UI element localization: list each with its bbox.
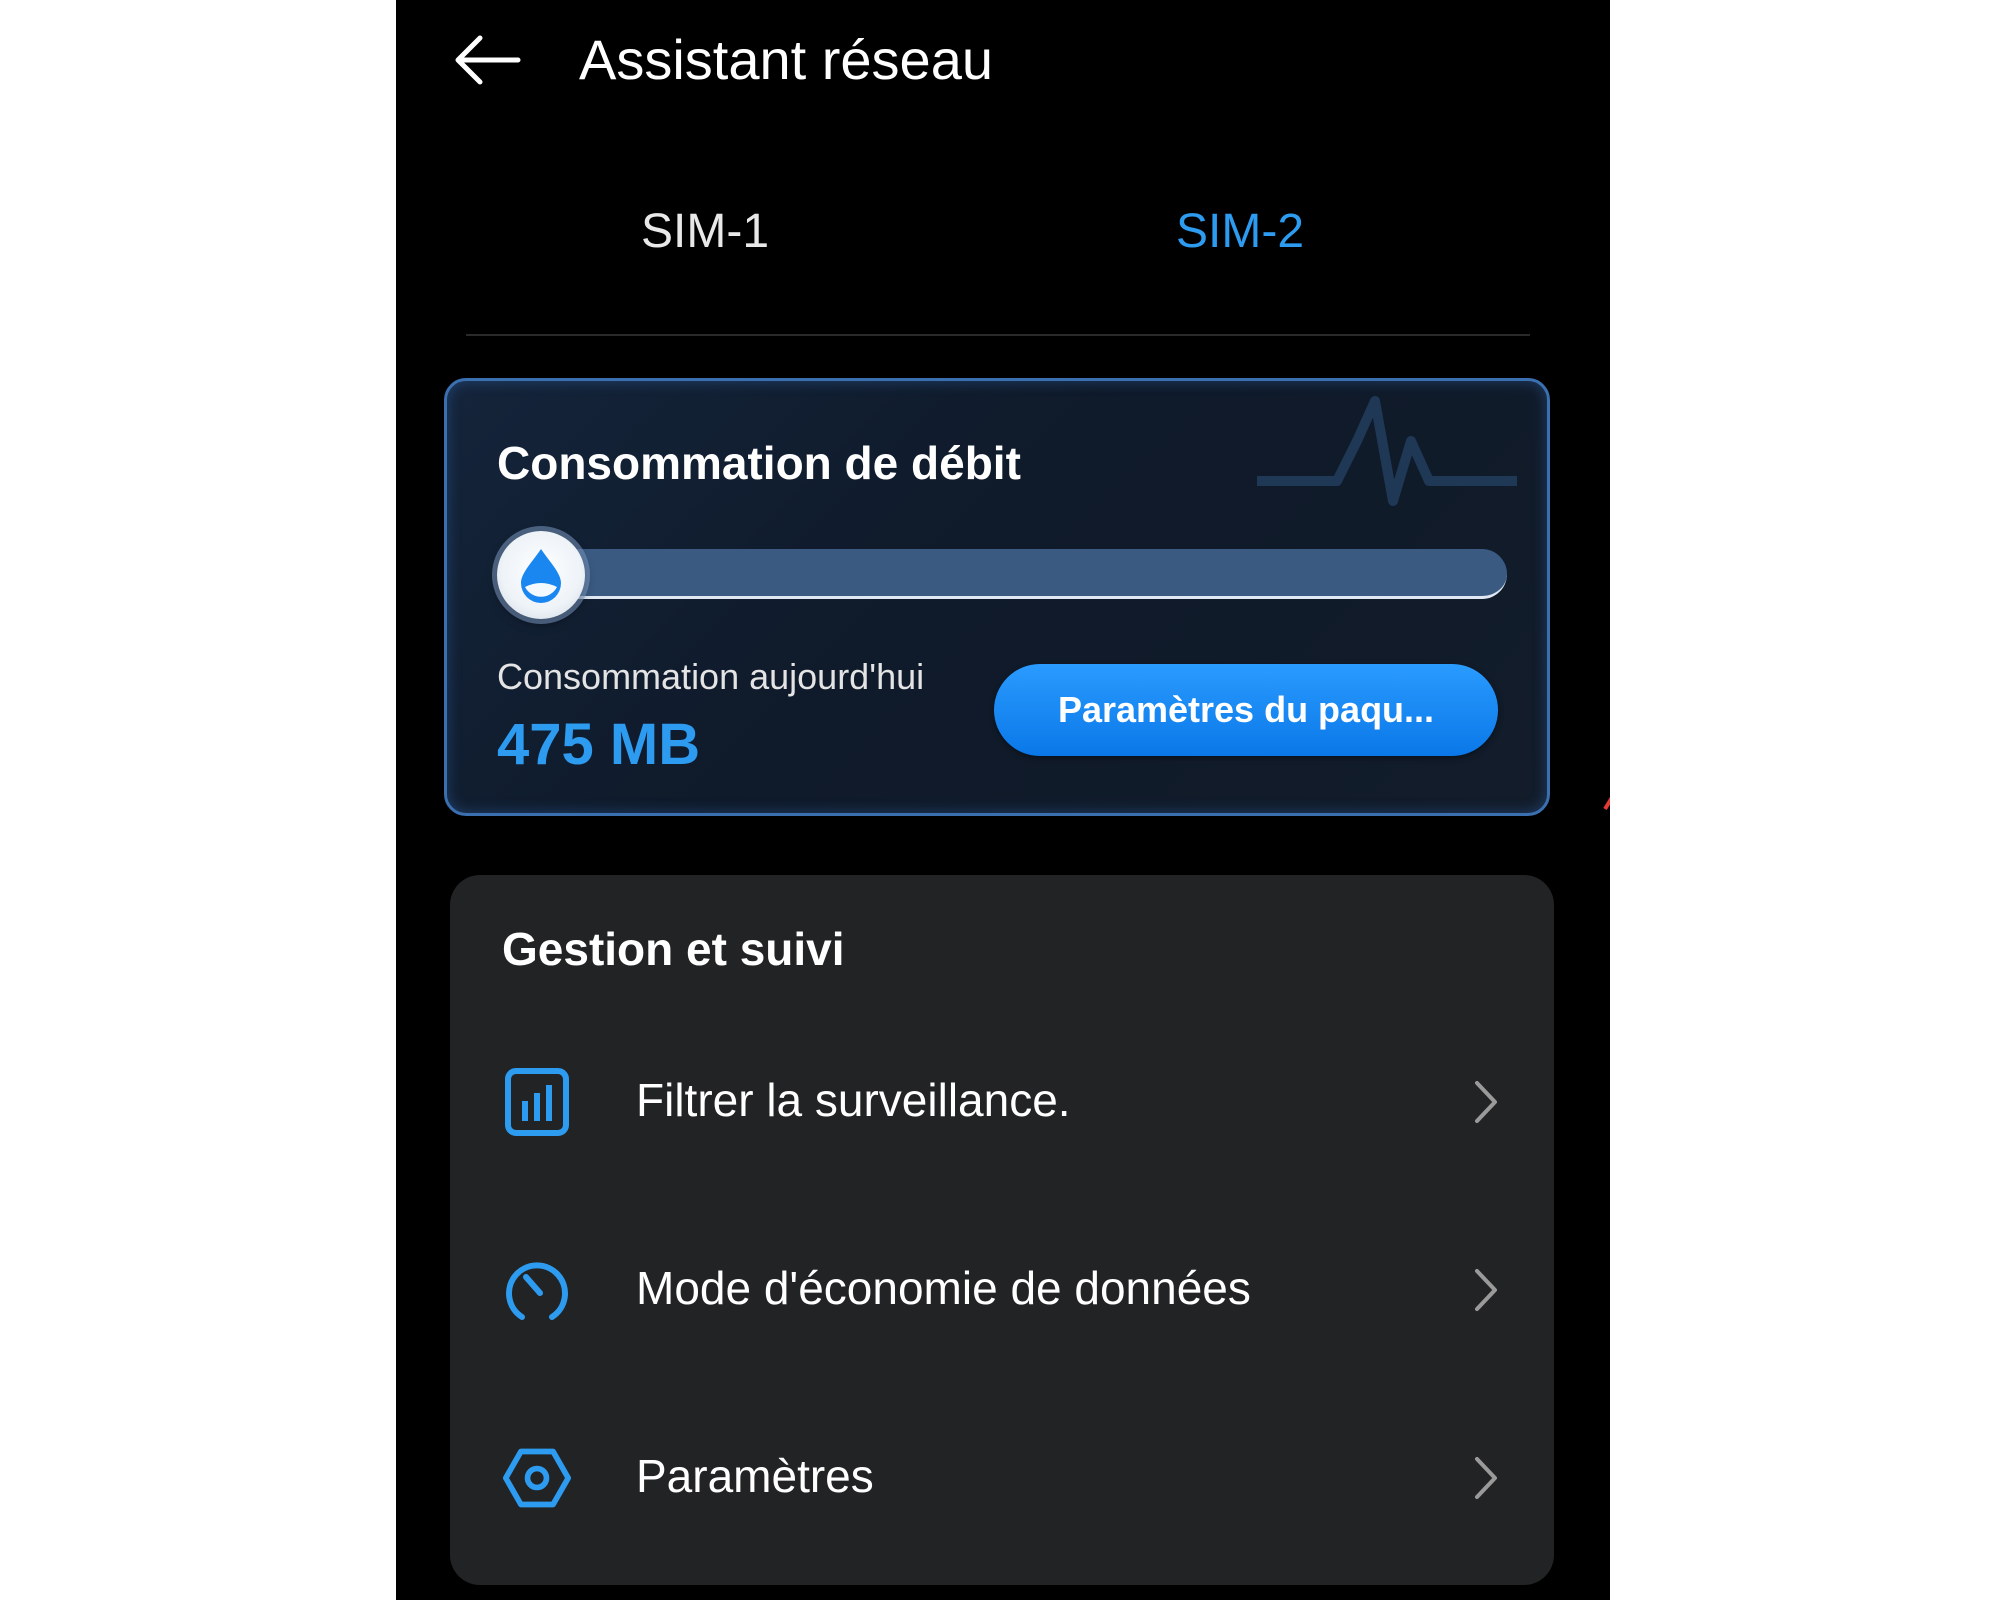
management-title: Gestion et suivi (502, 923, 845, 975)
annotation-arrow-icon (1603, 796, 1610, 811)
data-usage-title: Consommation de débit (497, 437, 1021, 489)
sim-tabs: SIM-1 SIM-2 (466, 190, 1530, 336)
today-usage-label: Consommation aujourd'hui (497, 656, 925, 697)
back-button[interactable] (446, 22, 526, 98)
data-usage-progress-bar (527, 549, 1507, 599)
app-header: Assistant réseau (396, 0, 1610, 125)
hexagon-settings-icon (502, 1448, 572, 1508)
phone-screen: Assistant réseau SIM-1 SIM-2 Consommatio… (396, 0, 1610, 1600)
speedometer-icon (506, 1262, 568, 1320)
menu-item-data-saver[interactable]: Mode d'économie de données (450, 1213, 1554, 1363)
tab-sim-2[interactable]: SIM-2 (1176, 200, 1304, 264)
tabs-divider (466, 334, 1530, 336)
menu-item-label: Filtrer la surveillance. (636, 1074, 1071, 1126)
data-usage-card: Consommation de débit Consommation aujou… (444, 378, 1550, 816)
water-drop-icon (521, 549, 561, 603)
chevron-right-icon (1475, 1269, 1497, 1311)
menu-item-label: Mode d'économie de données (636, 1262, 1251, 1314)
today-usage-value: 475 MB (497, 712, 701, 777)
page-title: Assistant réseau (579, 28, 993, 91)
chevron-right-icon (1475, 1081, 1497, 1123)
arrow-left-icon (455, 35, 521, 85)
bar-chart-icon (505, 1068, 569, 1136)
progress-knob (497, 531, 585, 619)
management-card: Gestion et suivi Filtrer la surveillance… (450, 875, 1554, 1585)
tab-sim-1[interactable]: SIM-1 (641, 200, 769, 264)
plan-settings-button[interactable]: Paramètres du paqu... (994, 664, 1498, 756)
menu-item-settings[interactable]: Paramètres (450, 1401, 1554, 1551)
menu-item-label: Paramètres (636, 1450, 874, 1502)
chevron-right-icon (1475, 1457, 1497, 1499)
menu-item-filter-monitoring[interactable]: Filtrer la surveillance. (450, 1025, 1554, 1175)
pulse-decoration-icon (1257, 396, 1517, 506)
